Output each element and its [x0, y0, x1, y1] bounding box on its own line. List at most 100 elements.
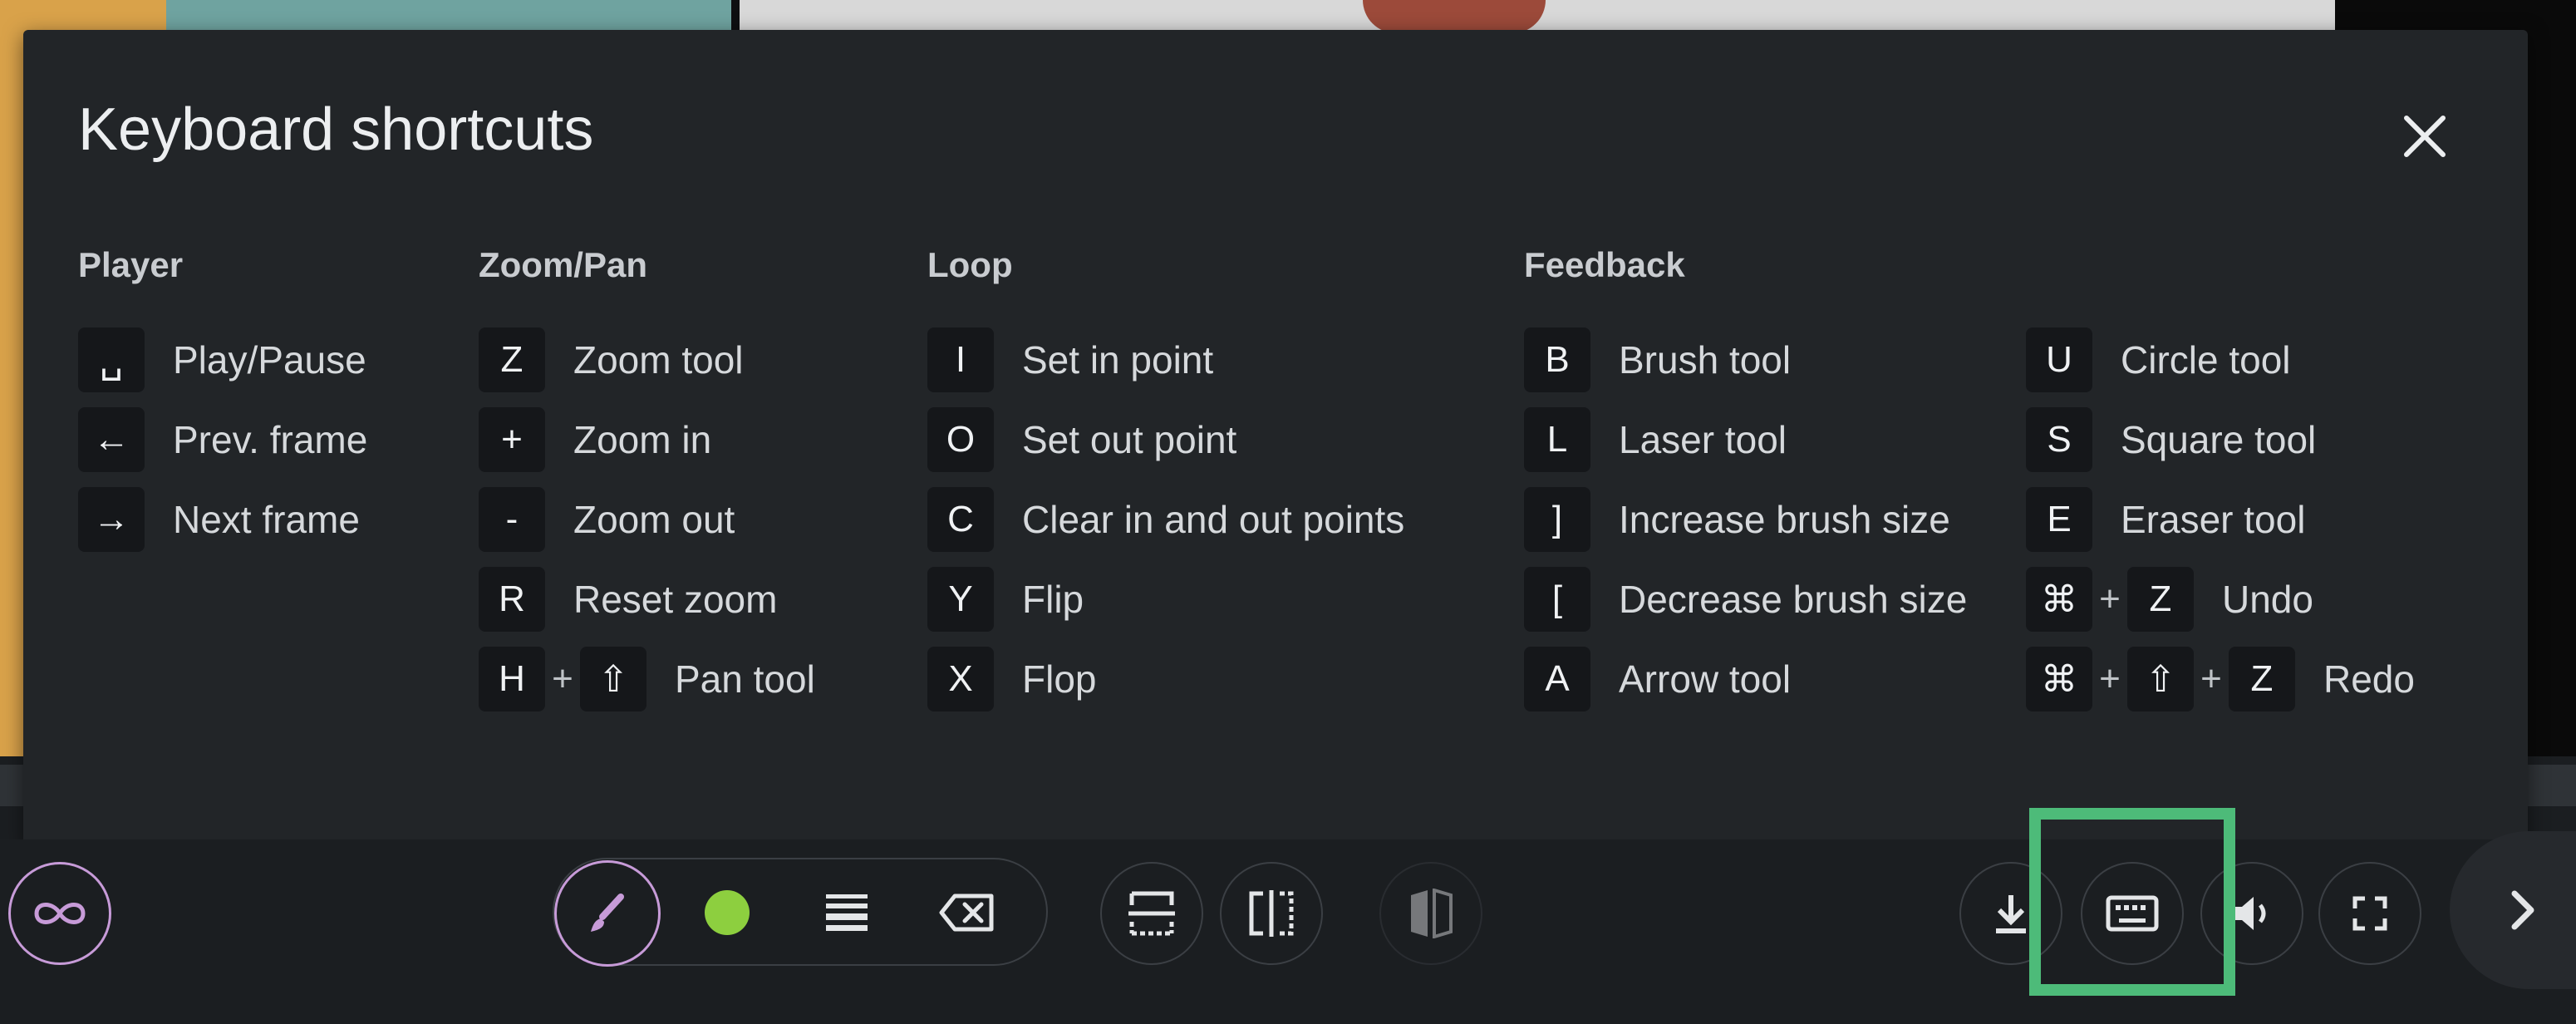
shortcut-row: ← Prev. frame: [78, 407, 367, 472]
column-heading-loop: Loop: [927, 245, 1013, 284]
shortcut-row: ] Increase brush size: [1524, 487, 1950, 552]
key-cap: R: [479, 567, 545, 632]
shortcut-label: Prev. frame: [173, 418, 368, 461]
shortcut-label: Next frame: [173, 498, 360, 541]
column-heading-zoom-pan: Zoom/Pan: [479, 245, 648, 284]
shortcut-row: E Eraser tool: [2026, 487, 2305, 552]
shortcut-label: Arrow tool: [1619, 657, 1792, 701]
keyboard-icon: [2106, 895, 2159, 932]
loop-button[interactable]: [8, 862, 111, 965]
close-icon: [2404, 116, 2446, 157]
volume-button[interactable]: [2200, 862, 2303, 965]
compare-icon: [1411, 889, 1453, 938]
key-cap: L: [1524, 407, 1590, 472]
brush-button[interactable]: [554, 860, 661, 967]
key-cap: ←: [78, 407, 145, 472]
key-cap: A: [1524, 647, 1590, 711]
shortcut-row: [Decrease brush size: [1524, 567, 1967, 632]
flop-button[interactable]: [1220, 862, 1323, 965]
close-button[interactable]: [2392, 103, 2458, 170]
brush-color-button[interactable]: [681, 867, 773, 958]
key-cap: Z: [2229, 647, 2295, 711]
shortcut-row: ⌘ + Z Undo: [2026, 567, 2313, 632]
shortcut-label: Increase brush size: [1619, 498, 1950, 541]
shortcut-row: Y Flip: [927, 567, 1084, 632]
compare-button[interactable]: [1379, 862, 1482, 965]
shortcut-label: Zoom tool: [573, 338, 744, 382]
flop-icon: [1249, 890, 1294, 937]
shortcut-row: → Next frame: [78, 487, 360, 552]
shortcut-label: Eraser tool: [2121, 498, 2306, 541]
shortcut-row: ␣ Play/Pause: [78, 327, 366, 392]
infinity-loop-icon: [34, 903, 86, 924]
key-plus-sign: +: [2200, 658, 2222, 699]
key-cap: Z: [479, 327, 545, 392]
key-plus-sign: +: [552, 658, 573, 699]
shortcut-row: U Circle tool: [2026, 327, 2291, 392]
shortcut-row: - Zoom out: [479, 487, 735, 552]
shortcut-row: H + ⇧ Pan tool: [479, 647, 815, 711]
key-cap: I: [927, 327, 994, 392]
shortcut-label: Flop: [1022, 657, 1097, 701]
key-cap: C: [927, 487, 994, 552]
key-cap: O: [927, 407, 994, 472]
shortcut-row: S Square tool: [2026, 407, 2316, 472]
download-button[interactable]: [1959, 862, 2062, 965]
volume-icon: [2232, 897, 2266, 930]
clear-drawing-button[interactable]: [921, 867, 1012, 958]
key-cap: ]: [1524, 487, 1590, 552]
shortcut-row: X Flop: [927, 647, 1096, 711]
shortcut-label: Redo: [2323, 657, 2415, 701]
shortcut-label: Undo: [2222, 578, 2313, 621]
shortcut-label: Laser tool: [1619, 418, 1787, 461]
shortcut-row: I Set in point: [927, 327, 1213, 392]
shortcut-row: R Reset zoom: [479, 567, 777, 632]
modal-title: Keyboard shortcuts: [78, 96, 594, 163]
shortcut-label: Brush tool: [1619, 338, 1792, 382]
flip-icon: [1128, 891, 1175, 936]
key-cap: ⌘: [2026, 647, 2092, 711]
shortcut-row: B Brush tool: [1524, 327, 1791, 392]
key-cap: ␣: [78, 327, 145, 392]
key-cap: H: [479, 647, 545, 711]
key-cap: Y: [927, 567, 994, 632]
key-cap: →: [78, 487, 145, 552]
shortcut-label: Clear in and out points: [1022, 498, 1405, 541]
key-cap: U: [2026, 327, 2092, 392]
color-swatch-icon: [705, 890, 750, 935]
shortcut-label: Set out point: [1022, 418, 1237, 461]
column-heading-feedback: Feedback: [1524, 245, 1685, 284]
key-cap: X: [927, 647, 994, 711]
shortcut-label: Decrease brush size: [1619, 578, 1968, 621]
key-cap: ⇧: [580, 647, 646, 711]
flip-button[interactable]: [1100, 862, 1203, 965]
shortcut-row: A Arrow tool: [1524, 647, 1791, 711]
fullscreen-button[interactable]: [2318, 862, 2421, 965]
shortcut-row: + Zoom in: [479, 407, 711, 472]
keyboard-shortcuts-modal: Keyboard shortcuts Player Zoom/Pan Loop …: [23, 30, 2528, 848]
chevron-right-icon: [2511, 890, 2534, 930]
key-cap: ⌘: [2026, 567, 2092, 632]
key-cap: ⇧: [2127, 647, 2194, 711]
clear-drawing-icon: [939, 894, 994, 932]
shortcut-label: Square tool: [2121, 418, 2317, 461]
key-cap: B: [1524, 327, 1590, 392]
key-cap: Z: [2127, 567, 2194, 632]
fullscreen-icon: [2352, 896, 2387, 931]
shortcut-row: O Set out point: [927, 407, 1236, 472]
key-cap: +: [479, 407, 545, 472]
shortcut-row: L Laser tool: [1524, 407, 1787, 472]
download-icon: [1996, 895, 2026, 933]
shortcut-row: ⌘ + ⇧ + Z Redo: [2026, 647, 2415, 711]
video-content: [1363, 0, 1546, 33]
stroke-width-button[interactable]: [801, 867, 892, 958]
key-plus-sign: +: [2099, 658, 2121, 699]
keyboard-shortcuts-button[interactable]: [2081, 862, 2184, 965]
shortcut-label: Play/Pause: [173, 338, 366, 382]
shortcut-label: Reset zoom: [573, 578, 778, 621]
shortcut-label: Pan tool: [675, 657, 815, 701]
key-plus-sign: +: [2099, 578, 2121, 619]
brush-icon: [591, 894, 624, 932]
key-cap: -: [479, 487, 545, 552]
key-cap: S: [2026, 407, 2092, 472]
